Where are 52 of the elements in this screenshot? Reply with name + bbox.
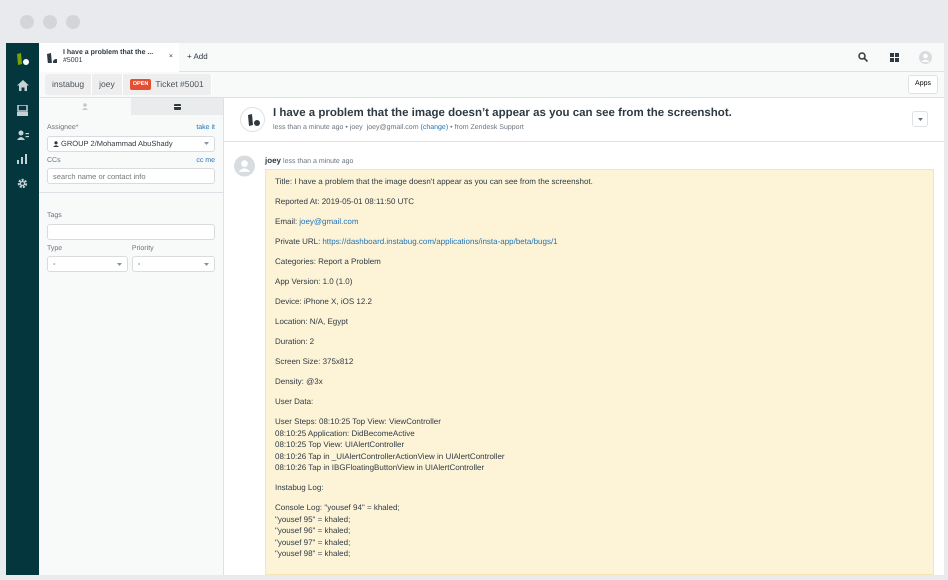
avatar-icon xyxy=(234,154,255,176)
caret-icon xyxy=(918,118,922,121)
caret-icon xyxy=(204,142,209,145)
settings-icon[interactable] xyxy=(17,178,28,189)
side-panel-tab[interactable] xyxy=(131,98,223,115)
body-text: Screen Size: 375x812 xyxy=(275,356,354,368)
home-icon[interactable] xyxy=(16,80,28,91)
person-icon xyxy=(53,140,59,146)
breadcrumb-link[interactable]: joey xyxy=(92,74,123,95)
person-icon xyxy=(82,103,88,110)
body-text: Private URL: xyxy=(275,237,320,246)
contacts-icon[interactable] xyxy=(16,130,28,140)
breadcrumb-link[interactable]: instabug xyxy=(45,74,92,95)
body-text: 08:10:25 Top View: UIAlertController xyxy=(275,439,406,450)
body-text: Density: @3x xyxy=(275,376,324,388)
search-icon[interactable] xyxy=(858,52,868,62)
body-text: App Version: 1.0 (1.0) xyxy=(275,276,354,288)
body-text: "yousef 97" = khaled; xyxy=(275,536,352,548)
body-text: Console Log: "yousef 94" = khaled; xyxy=(275,502,401,514)
logo-icon[interactable] xyxy=(15,51,30,66)
ticket-title: I have a problem that the image doesn’t appear as you can see from the screenshot. xyxy=(273,106,733,122)
options-dropdown-button[interactable] xyxy=(912,111,928,128)
body-text: 08:10:26 Tap in _UIAlertControllerActionView in UIAlertController xyxy=(275,450,506,462)
logo-icon xyxy=(246,112,260,126)
body-text: 08:10:26 Tap in IBGFloatingButtonView in UIAlertController xyxy=(275,462,486,474)
body-text: Email: xyxy=(275,217,298,226)
body-text: "yousef 96" = khaled; xyxy=(275,525,352,536)
body-text: User Steps: 08:10:25 Top View: ViewController xyxy=(275,416,442,428)
body-text: Title: I have a problem that the image doesn't appear as you can see from the screenshot. xyxy=(275,176,594,188)
body-text: Duration: 2 xyxy=(275,336,316,348)
body-text: Location: N/A, Egypt xyxy=(275,316,349,328)
inbox-icon[interactable] xyxy=(17,105,28,116)
body-text: User Data: xyxy=(275,396,314,408)
bar-chart-icon[interactable] xyxy=(17,154,28,164)
body-text: Categories: Report a Problem xyxy=(275,256,382,268)
add-tab-link[interactable]: + Add xyxy=(187,51,208,63)
body-text: Device: iPhone X, iOS 12.2 xyxy=(275,296,373,308)
caret-icon xyxy=(116,262,122,266)
card-icon xyxy=(174,104,180,110)
body-text: 08:10:25 Application: DidBecomeActive xyxy=(275,428,416,439)
apps-grid-icon[interactable] xyxy=(890,52,899,62)
body-link[interactable]: https://dashboard.instabug.com/applications/insta-app/beta/bugs/1 xyxy=(322,237,558,246)
body-text: "yousef 95" = khaled; xyxy=(275,514,352,525)
tags-field[interactable] xyxy=(47,224,215,240)
body-text: Instabug Log: xyxy=(275,482,324,494)
logo-icon xyxy=(45,51,57,63)
body-text: "yousef 98" = khaled; xyxy=(275,548,352,560)
comment-author: joey xyxy=(265,156,282,164)
body-text: Reported At: 2019-05-01 08:11:50 UTC xyxy=(275,196,416,208)
caret-icon xyxy=(204,262,209,266)
breadcrumb-link[interactable]: Ticket #5001 xyxy=(155,78,204,91)
body-link[interactable]: joey@gmail.com xyxy=(299,217,358,226)
